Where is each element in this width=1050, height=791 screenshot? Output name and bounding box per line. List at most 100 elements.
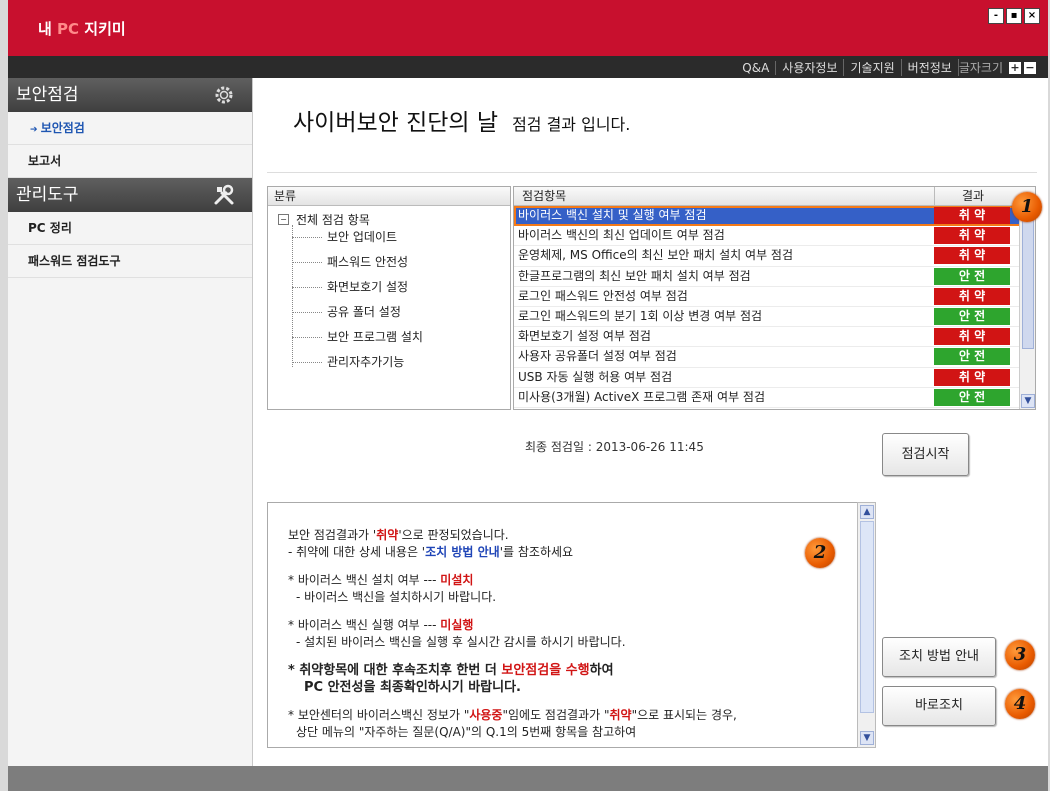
font-decrease-button[interactable]: − [1024, 61, 1036, 74]
last-check-date: 최종 점검일 : 2013-06-26 11:45 [525, 438, 704, 455]
last-check-value: 2013-06-26 11:45 [595, 440, 704, 454]
table-row[interactable]: USB 자동 실행 허용 여부 점검 취 약 [514, 368, 1035, 388]
table-row[interactable]: 로그인 패스워드 안전성 여부 점검 취 약 [514, 287, 1035, 307]
maximize-button[interactable]: ▪ [1006, 8, 1022, 24]
message-text: * 취약항목에 대한 후속조치후 한번 더 [288, 663, 502, 678]
row-name: 사용자 공유폴더 설정 여부 점검 [518, 349, 677, 364]
table-row[interactable]: 화면보호기 설정 여부 점검 취 약 [514, 327, 1035, 348]
app-title-prefix: 내 [38, 20, 58, 38]
window-controls: - ▪ × [988, 8, 1040, 24]
row-name: 한글프로그램의 최신 보안 패치 설치 여부 점검 [518, 268, 751, 283]
category-tree: 분류 − 전체 점검 항목 보안 업데이트 패스워드 안전성 화면보호기 설정 … [267, 186, 511, 410]
sidebar-item-pc-cleanup[interactable]: PC 정리 [8, 212, 252, 245]
annotation-marker-1: 1 [1012, 192, 1042, 222]
sidebar-item-security-check[interactable]: 보안점검 [8, 112, 252, 145]
scrollbar-thumb[interactable] [860, 521, 874, 713]
table-row[interactable]: 운영체제, MS Office의 최신 보안 패치 설치 여부 점검 취 약 [514, 246, 1035, 267]
tree-header: 분류 [268, 187, 510, 206]
table-row[interactable]: 로그인 패스워드의 분기 1회 이상 변경 여부 점검 안 전 [514, 307, 1035, 328]
message-text: '으로 판정되었습니다. [398, 528, 509, 542]
page-title: 사이버보안 진단의 날 점검 결과 입니다. [293, 103, 630, 137]
message-emphasis: 취약 [376, 528, 399, 542]
message-text: 하여 [589, 663, 614, 678]
message-emphasis: 보안점검을 수행 [501, 663, 590, 678]
menu-bar: Q&A 사용자정보 기술지원 버전정보 글자크기 + − [8, 56, 1048, 78]
scrollbar-thumb[interactable] [1022, 207, 1034, 349]
tree-item-password-safety[interactable]: 패스워드 안전성 [292, 250, 408, 274]
title-bar: 내 PC 지키미 - ▪ × [8, 0, 1048, 56]
divider [267, 172, 1037, 173]
start-check-button[interactable]: 점검시작 [882, 433, 969, 476]
message-emphasis: 취약 [609, 708, 632, 722]
table-scrollbar[interactable]: ▼ [1019, 205, 1035, 409]
table-row[interactable]: 미사용(3개월) ActiveX 프로그램 존재 여부 점검 안 전 [514, 388, 1035, 408]
menu-version-info[interactable]: 버전정보 [902, 59, 959, 76]
message-line: * 취약항목에 대한 후속조치후 한번 더 보안점검을 수행하여 [288, 662, 848, 679]
message-emphasis: 조치 방법 안내 [425, 545, 500, 559]
collapse-icon[interactable]: − [278, 214, 289, 225]
row-name: 바이러스 백신의 최신 업데이트 여부 점검 [518, 228, 725, 243]
sidebar-section-label: 관리도구 [16, 185, 79, 205]
sidebar-item-report[interactable]: 보고서 [8, 145, 252, 178]
table-row[interactable]: 사용자 공유폴더 설정 여부 점검 안 전 [514, 347, 1035, 368]
annotation-marker-2: 2 [805, 538, 835, 568]
action-guide-button[interactable]: 조치 방법 안내 [882, 637, 996, 677]
message-line: * 바이러스 백신 설치 여부 --- 미설치 [288, 572, 848, 589]
status-badge: 취 약 [934, 287, 1010, 305]
tree-item-screensaver[interactable]: 화면보호기 설정 [292, 275, 408, 299]
result-message: 보안 점검결과가 '취약'으로 판정되었습니다. - 취약에 대한 상세 내용은… [288, 527, 848, 741]
status-badge: 취 약 [934, 368, 1010, 386]
status-badge: 안 전 [934, 388, 1010, 406]
sidebar-item-password-tool[interactable]: 패스워드 점검도구 [8, 245, 252, 278]
result-message-box: 보안 점검결과가 '취약'으로 판정되었습니다. - 취약에 대한 상세 내용은… [267, 502, 865, 748]
app-title-pc: PC [57, 20, 80, 38]
top-menu: Q&A 사용자정보 기술지원 버전정보 글자크기 + − [736, 59, 1036, 76]
scroll-up-icon[interactable]: ▲ [860, 505, 874, 519]
status-bar [8, 766, 1048, 791]
table-header: 점검항목 결과 [514, 187, 1035, 206]
sidebar-section-tools: 관리도구 [8, 178, 252, 212]
annotation-marker-4: 4 [1005, 689, 1035, 719]
sidebar: 보안점검 보안점검 보고서 관리도구 PC 정리 패스워드 점검도구 [8, 78, 253, 766]
font-size-label: 글자크기 [958, 61, 1003, 75]
message-line: - 설치된 바이러스 백신을 실행 후 실시간 감시를 하시기 바랍니다. [296, 635, 626, 649]
status-badge: 취 약 [934, 227, 1010, 245]
message-emphasis: 미실행 [440, 618, 474, 632]
message-text: * 바이러스 백신 설치 여부 --- [288, 573, 441, 587]
message-line: * 바이러스 백신 실행 여부 --- 미실행 [288, 617, 848, 634]
font-increase-button[interactable]: + [1009, 61, 1021, 74]
menu-tech-support[interactable]: 기술지원 [844, 59, 902, 76]
scroll-down-icon[interactable]: ▼ [860, 731, 874, 745]
row-name: 로그인 패스워드의 분기 1회 이상 변경 여부 점검 [518, 308, 763, 323]
table-row[interactable]: 바이러스 백신의 최신 업데이트 여부 점검 취 약 [514, 226, 1035, 247]
message-text: * 바이러스 백신 실행 여부 --- [288, 618, 441, 632]
tree-item-security-update[interactable]: 보안 업데이트 [292, 225, 397, 249]
message-text: '를 참조하세요 [499, 545, 574, 559]
row-name: 운영체제, MS Office의 최신 보안 패치 설치 여부 점검 [518, 248, 794, 263]
app-title-suffix: 지키미 [79, 20, 126, 38]
table-row[interactable]: 한글프로그램의 최신 보안 패치 설치 여부 점검 안 전 [514, 267, 1035, 287]
sidebar-section-security: 보안점검 [8, 78, 252, 112]
page-title-sub: 점검 결과 입니다. [512, 115, 631, 134]
fix-now-button[interactable]: 바로조치 [882, 686, 996, 726]
column-header-item: 점검항목 [522, 189, 567, 203]
row-name: 미사용(3개월) ActiveX 프로그램 존재 여부 점검 [518, 389, 766, 404]
close-button[interactable]: × [1024, 8, 1040, 24]
tree-item-security-program[interactable]: 보안 프로그램 설치 [292, 325, 423, 349]
message-text: "임에도 점검결과가 " [502, 708, 610, 722]
row-name: USB 자동 실행 허용 여부 점검 [518, 369, 673, 384]
row-name: 바이러스 백신 설치 및 실행 여부 점검 [518, 208, 707, 222]
menu-qa[interactable]: Q&A [736, 60, 777, 75]
message-emphasis: 미설치 [440, 573, 474, 587]
status-badge: 취 약 [934, 247, 1010, 265]
message-scrollbar[interactable]: ▲ ▼ [857, 502, 876, 748]
table-row[interactable]: 바이러스 백신 설치 및 실행 여부 점검 취 약 [514, 206, 1035, 227]
menu-user-info[interactable]: 사용자정보 [776, 59, 845, 76]
message-line: - 바이러스 백신을 설치하시기 바랍니다. [296, 590, 497, 604]
gear-icon [215, 86, 233, 104]
minimize-button[interactable]: - [988, 8, 1004, 24]
message-emphasis: 사용중 [469, 708, 503, 722]
scroll-down-icon[interactable]: ▼ [1021, 394, 1035, 408]
tree-item-admin-add[interactable]: 관리자추가기능 [292, 350, 404, 374]
tree-item-shared-folder[interactable]: 공유 폴더 설정 [292, 300, 401, 324]
